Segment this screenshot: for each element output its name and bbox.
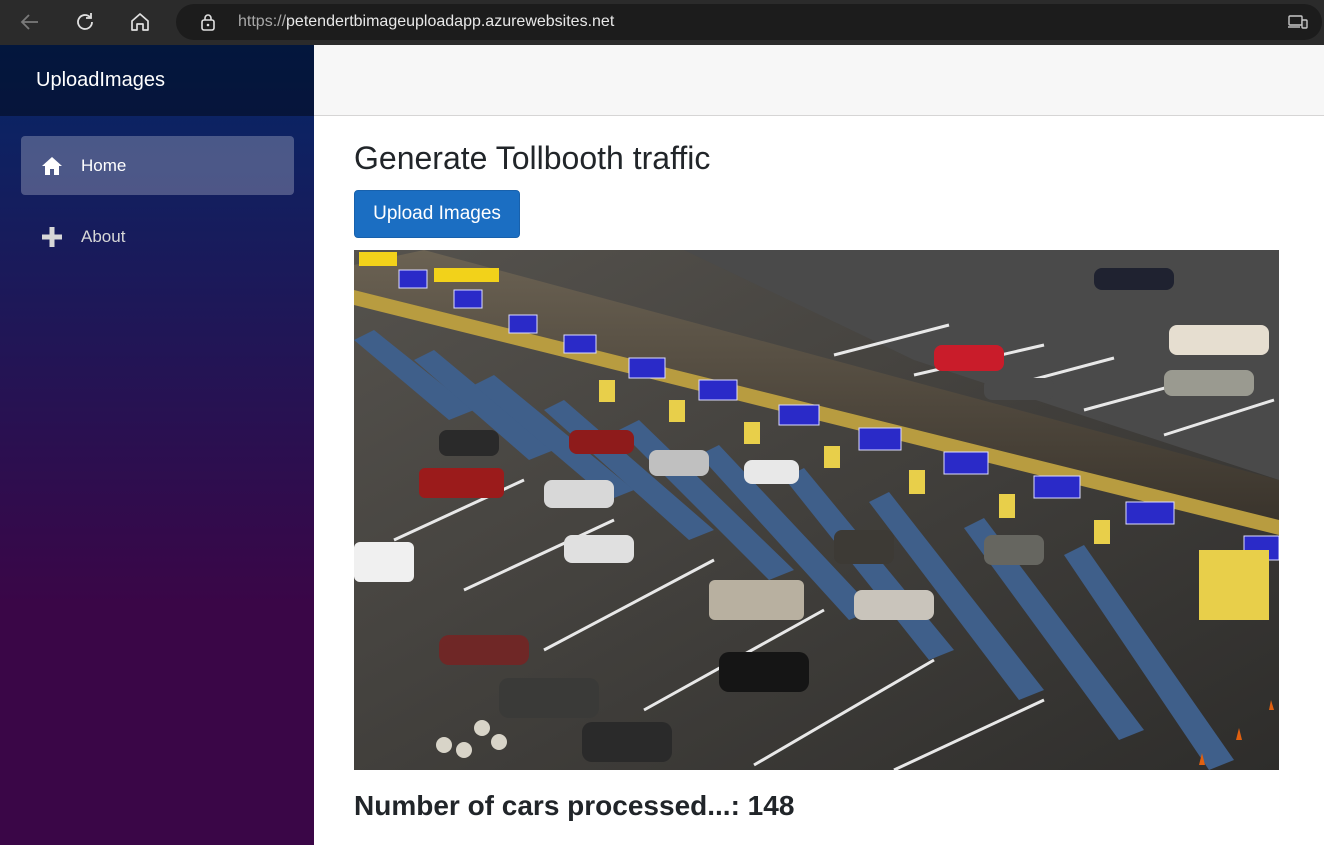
sidebar-item-label: About xyxy=(81,226,126,246)
lock-icon xyxy=(201,14,215,31)
brand-link[interactable]: UploadImages xyxy=(36,69,165,92)
back-button[interactable] xyxy=(15,8,45,36)
reload-icon xyxy=(77,13,93,30)
cars-processed-count: Number of cars processed...: 148 xyxy=(354,790,795,821)
tollbooth-photo xyxy=(354,250,1279,770)
sidebar-item-home[interactable]: Home xyxy=(21,136,294,195)
url-scheme: https:// xyxy=(238,13,287,30)
reload-button[interactable] xyxy=(70,8,100,36)
home-icon xyxy=(41,155,63,177)
brand-bar: UploadImages xyxy=(0,45,314,116)
page-title: Generate Tollbooth traffic xyxy=(354,140,711,176)
sidebar-item-label: Home xyxy=(81,155,127,175)
address-bar[interactable]: https://petendertbimageuploadapp.azurewe… xyxy=(176,4,1322,40)
nav-menu: Home About xyxy=(0,116,314,266)
upload-images-button[interactable]: Upload Images xyxy=(354,190,520,238)
arrow-left-icon xyxy=(20,14,38,30)
url-text: https://petendertbimageuploadapp.azurewe… xyxy=(238,13,614,31)
home-outline-icon xyxy=(131,13,149,31)
sidebar-item-about[interactable]: About xyxy=(21,207,294,266)
browser-home-button[interactable] xyxy=(125,8,155,36)
browser-chrome: https://petendertbimageuploadapp.azurewe… xyxy=(0,0,1324,45)
devices-icon[interactable] xyxy=(1288,14,1308,30)
sidebar: UploadImages Home About xyxy=(0,45,314,845)
plus-icon xyxy=(41,226,63,248)
top-row xyxy=(314,45,1324,116)
url-host: petendertbimageuploadapp.azurewebsites.n… xyxy=(286,13,615,30)
